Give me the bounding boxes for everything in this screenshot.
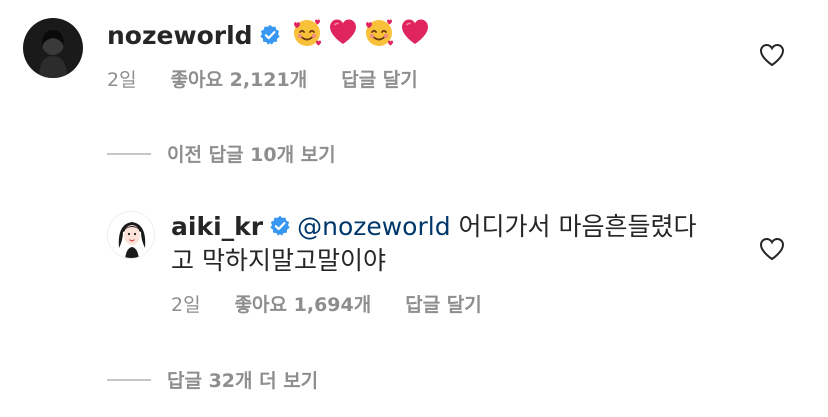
avatar-nozeworld[interactable] xyxy=(23,18,83,78)
verified-badge-icon xyxy=(259,21,281,55)
comment-nozeworld: nozeworld 2일 좋아요 2,121개 답글 달기 xyxy=(0,0,828,120)
mention-link[interactable]: @nozeworld xyxy=(297,212,450,241)
verified-badge-icon xyxy=(269,212,291,246)
smiling-face-with-hearts-icon xyxy=(363,16,395,57)
likes-count[interactable]: 좋아요 2,121개 xyxy=(171,67,308,93)
reply-timestamp[interactable]: 2일 xyxy=(171,292,201,318)
reply-aiki-kr: aiki_kr @nozeworld 어디가서 마음흔들렸다 고 막하지말고말이… xyxy=(0,190,828,340)
smiling-face-with-hearts-icon xyxy=(291,16,323,57)
username[interactable]: nozeworld xyxy=(107,21,253,50)
comment-meta: 2일 좋아요 2,121개 답글 달기 xyxy=(107,67,452,93)
view-previous-replies-button[interactable]: 이전 답글 10개 보기 xyxy=(107,140,336,167)
avatar-aiki-kr[interactable] xyxy=(107,211,155,259)
reply-body-line-1: aiki_kr @nozeworld 어디가서 마음흔들렸다 xyxy=(171,210,696,246)
view-more-replies-label: 답글 32개 더 보기 xyxy=(167,370,319,392)
thread-divider xyxy=(107,152,151,155)
reply-button[interactable]: 답글 달기 xyxy=(341,67,418,93)
view-previous-replies-label: 이전 답글 10개 보기 xyxy=(167,144,336,166)
reply-meta: 2일 좋아요 1,694개 답글 달기 xyxy=(171,292,516,318)
like-heart-icon[interactable] xyxy=(759,237,785,265)
reply-text-line-2: 고 막하지말고말이야 xyxy=(171,246,386,275)
reply-button[interactable]: 답글 달기 xyxy=(405,292,482,318)
red-heart-icon xyxy=(399,16,431,57)
like-heart-icon[interactable] xyxy=(759,43,785,71)
username[interactable]: aiki_kr xyxy=(171,212,263,241)
likes-count[interactable]: 좋아요 1,694개 xyxy=(235,292,372,318)
thread-divider xyxy=(107,378,151,381)
comment-body: nozeworld xyxy=(107,16,431,57)
reply-body-line-2: 고 막하지말고말이야 xyxy=(171,244,386,278)
view-more-replies-button[interactable]: 답글 32개 더 보기 xyxy=(107,366,318,393)
comment-timestamp[interactable]: 2일 xyxy=(107,67,137,93)
reply-text-line-1: 어디가서 마음흔들렸다 xyxy=(458,212,697,241)
red-heart-icon xyxy=(327,16,359,57)
